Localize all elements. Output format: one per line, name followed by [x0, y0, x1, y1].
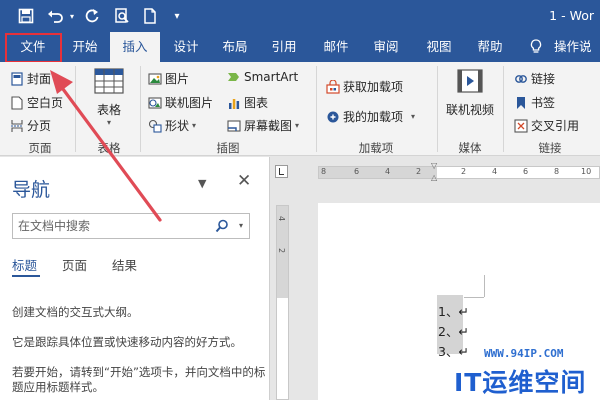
watermark-logo-text: IT运维空间: [454, 368, 587, 397]
annotation-arrow: [50, 70, 162, 222]
watermark-url: WWW.94IP.COM: [484, 347, 564, 360]
